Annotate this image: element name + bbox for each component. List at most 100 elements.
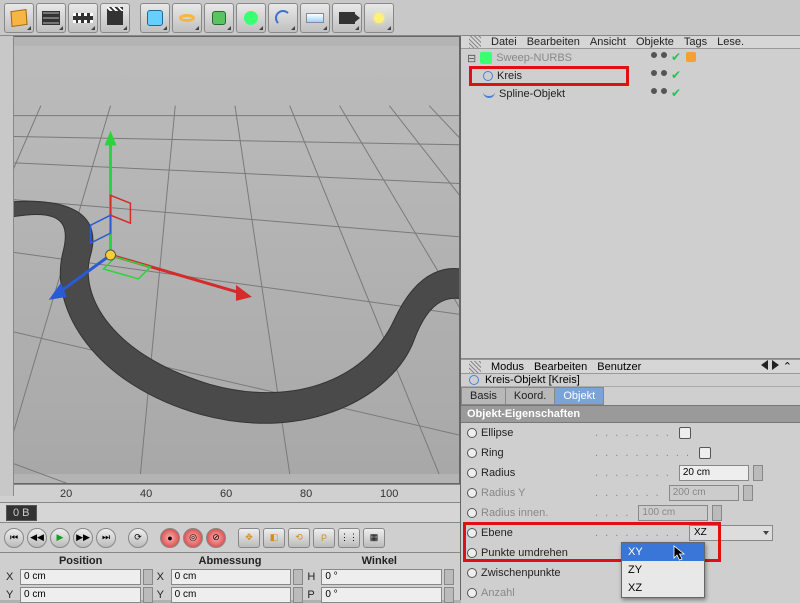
nav-back-icon[interactable] <box>761 360 768 370</box>
size-x-field[interactable]: 0 cm <box>171 569 292 585</box>
torus-button[interactable] <box>172 3 202 33</box>
key-button[interactable]: ⊘ <box>206 528 226 548</box>
left-toolbar[interactable] <box>0 36 14 496</box>
ebene-combo[interactable]: XZ <box>689 525 773 541</box>
grip-icon[interactable] <box>469 36 481 48</box>
menu-tags[interactable]: Tags <box>684 36 707 48</box>
spinner[interactable] <box>753 465 763 481</box>
enable-check-icon[interactable]: ✔ <box>671 86 681 100</box>
vis-dot[interactable] <box>661 52 667 58</box>
spinner[interactable] <box>143 569 153 585</box>
dropdown-option-xy[interactable]: XY <box>622 543 704 561</box>
tag-icon[interactable] <box>686 52 696 62</box>
goto-end-button[interactable]: ⏭ <box>96 528 116 548</box>
prop-ebene: Ebene . . . . . . . . . XZ <box>461 523 800 543</box>
hierarchy-menubar: Datei Bearbeiten Ansicht Objekte Tags Le… <box>461 36 800 49</box>
play-button[interactable]: ▶ <box>50 528 70 548</box>
vis-dot[interactable] <box>651 88 657 94</box>
timeline-ruler[interactable]: 20 40 60 80 100 <box>0 484 460 502</box>
arc-button[interactable] <box>268 3 298 33</box>
spinner[interactable] <box>293 587 303 603</box>
prop-radiusy: Radius Y . . . . . . . 200 cm <box>461 483 800 503</box>
radio-icon[interactable] <box>467 548 477 558</box>
vis-dot[interactable] <box>651 70 657 76</box>
attr-menu-edit[interactable]: Bearbeiten <box>534 361 587 373</box>
film-button[interactable] <box>36 3 66 33</box>
spinner[interactable] <box>143 587 153 603</box>
nurbs-button[interactable] <box>204 3 234 33</box>
object-hierarchy[interactable]: ⊟ Sweep-NURBS Kreis Spline-Objekt ✔ ✔ ✔ <box>461 49 800 359</box>
array-button[interactable] <box>236 3 266 33</box>
rot-h-field[interactable]: 0 ° <box>321 569 442 585</box>
dropdown-option-zy[interactable]: ZY <box>622 561 704 579</box>
radio-icon[interactable] <box>467 428 477 438</box>
p-button[interactable]: P <box>313 528 335 548</box>
nav-up-icon[interactable]: ⌃ <box>783 360 792 373</box>
pos-y-field[interactable]: 0 cm <box>20 587 141 603</box>
menu-objects[interactable]: Objekte <box>636 36 674 48</box>
move-mode-button[interactable]: ✥ <box>238 528 260 548</box>
dots-button[interactable]: ⋮⋮ <box>338 528 360 548</box>
step-back-button[interactable]: ◀◀ <box>27 528 47 548</box>
ebene-dropdown[interactable]: XY ZY XZ <box>621 542 705 598</box>
floor-button[interactable] <box>300 3 330 33</box>
radio-icon[interactable] <box>467 448 477 458</box>
grid-button[interactable]: ▦ <box>363 528 385 548</box>
goto-start-button[interactable]: ⏮ <box>4 528 24 548</box>
frame-counter: 0 B <box>6 505 37 521</box>
3d-viewport[interactable] <box>0 36 460 484</box>
tab-objekt[interactable]: Objekt <box>554 387 604 405</box>
cube-button[interactable] <box>140 3 170 33</box>
prop-radius-innen: Radius innen. . . . . 100 cm <box>461 503 800 523</box>
size-y-field[interactable]: 0 cm <box>171 587 292 603</box>
coord-x-label: X <box>6 571 18 583</box>
coord-p-label: P <box>307 589 319 601</box>
radio-icon[interactable] <box>467 468 477 478</box>
coordinates-panel: Position Abmessung Winkel X0 cm X0 cm H0… <box>0 552 460 600</box>
menu-view[interactable]: Ansicht <box>590 36 626 48</box>
tab-koord[interactable]: Koord. <box>505 387 554 405</box>
vis-dot[interactable] <box>661 88 667 94</box>
enable-check-icon[interactable]: ✔ <box>671 68 681 82</box>
vis-dot[interactable] <box>651 52 657 58</box>
ring-checkbox[interactable] <box>699 447 711 459</box>
spinner[interactable] <box>444 569 454 585</box>
radio-icon <box>467 488 477 498</box>
clapper-button[interactable] <box>100 3 130 33</box>
radius-field[interactable]: 20 cm <box>679 465 749 481</box>
coord-header-position: Position <box>6 555 155 567</box>
attr-menu-user[interactable]: Benutzer <box>597 361 641 373</box>
vis-dot[interactable] <box>661 70 667 76</box>
grip-icon[interactable] <box>469 361 481 373</box>
light-button[interactable] <box>364 3 394 33</box>
pos-x-field[interactable]: 0 cm <box>20 569 141 585</box>
loop-button[interactable]: ⟳ <box>128 528 148 548</box>
radio-icon <box>467 508 477 518</box>
radio-icon[interactable] <box>467 568 477 578</box>
new-doc-button[interactable] <box>4 3 34 33</box>
radio-icon[interactable] <box>467 528 477 538</box>
object-row-spline[interactable]: Spline-Objekt <box>461 85 800 103</box>
rot-p-field[interactable]: 0 ° <box>321 587 442 603</box>
menu-bookmark[interactable]: Lese. <box>717 36 744 48</box>
step-fwd-button[interactable]: ▶▶ <box>73 528 93 548</box>
strip-button[interactable] <box>68 3 98 33</box>
tab-basis[interactable]: Basis <box>461 387 505 405</box>
object-row-kreis[interactable]: Kreis <box>461 67 800 85</box>
spinner[interactable] <box>444 587 454 603</box>
spinner[interactable] <box>293 569 303 585</box>
dropdown-option-xz[interactable]: XZ <box>622 579 704 597</box>
rotate-mode-button[interactable]: ⟲ <box>288 528 310 548</box>
camera-button[interactable] <box>332 3 362 33</box>
enable-check-icon[interactable]: ✔ <box>671 50 681 64</box>
scale-mode-button[interactable]: ◧ <box>263 528 285 548</box>
menu-file[interactable]: Datei <box>491 36 517 48</box>
nav-fwd-icon[interactable] <box>772 360 779 370</box>
autokey-button[interactable]: ◎ <box>183 528 203 548</box>
record-button[interactable]: ● <box>160 528 180 548</box>
radius-innen-field: 100 cm <box>638 505 708 521</box>
menu-edit[interactable]: Bearbeiten <box>527 36 580 48</box>
ellipse-checkbox[interactable] <box>679 427 691 439</box>
attr-menu-mode[interactable]: Modus <box>491 361 524 373</box>
object-row-sweep[interactable]: ⊟ Sweep-NURBS <box>461 49 800 67</box>
